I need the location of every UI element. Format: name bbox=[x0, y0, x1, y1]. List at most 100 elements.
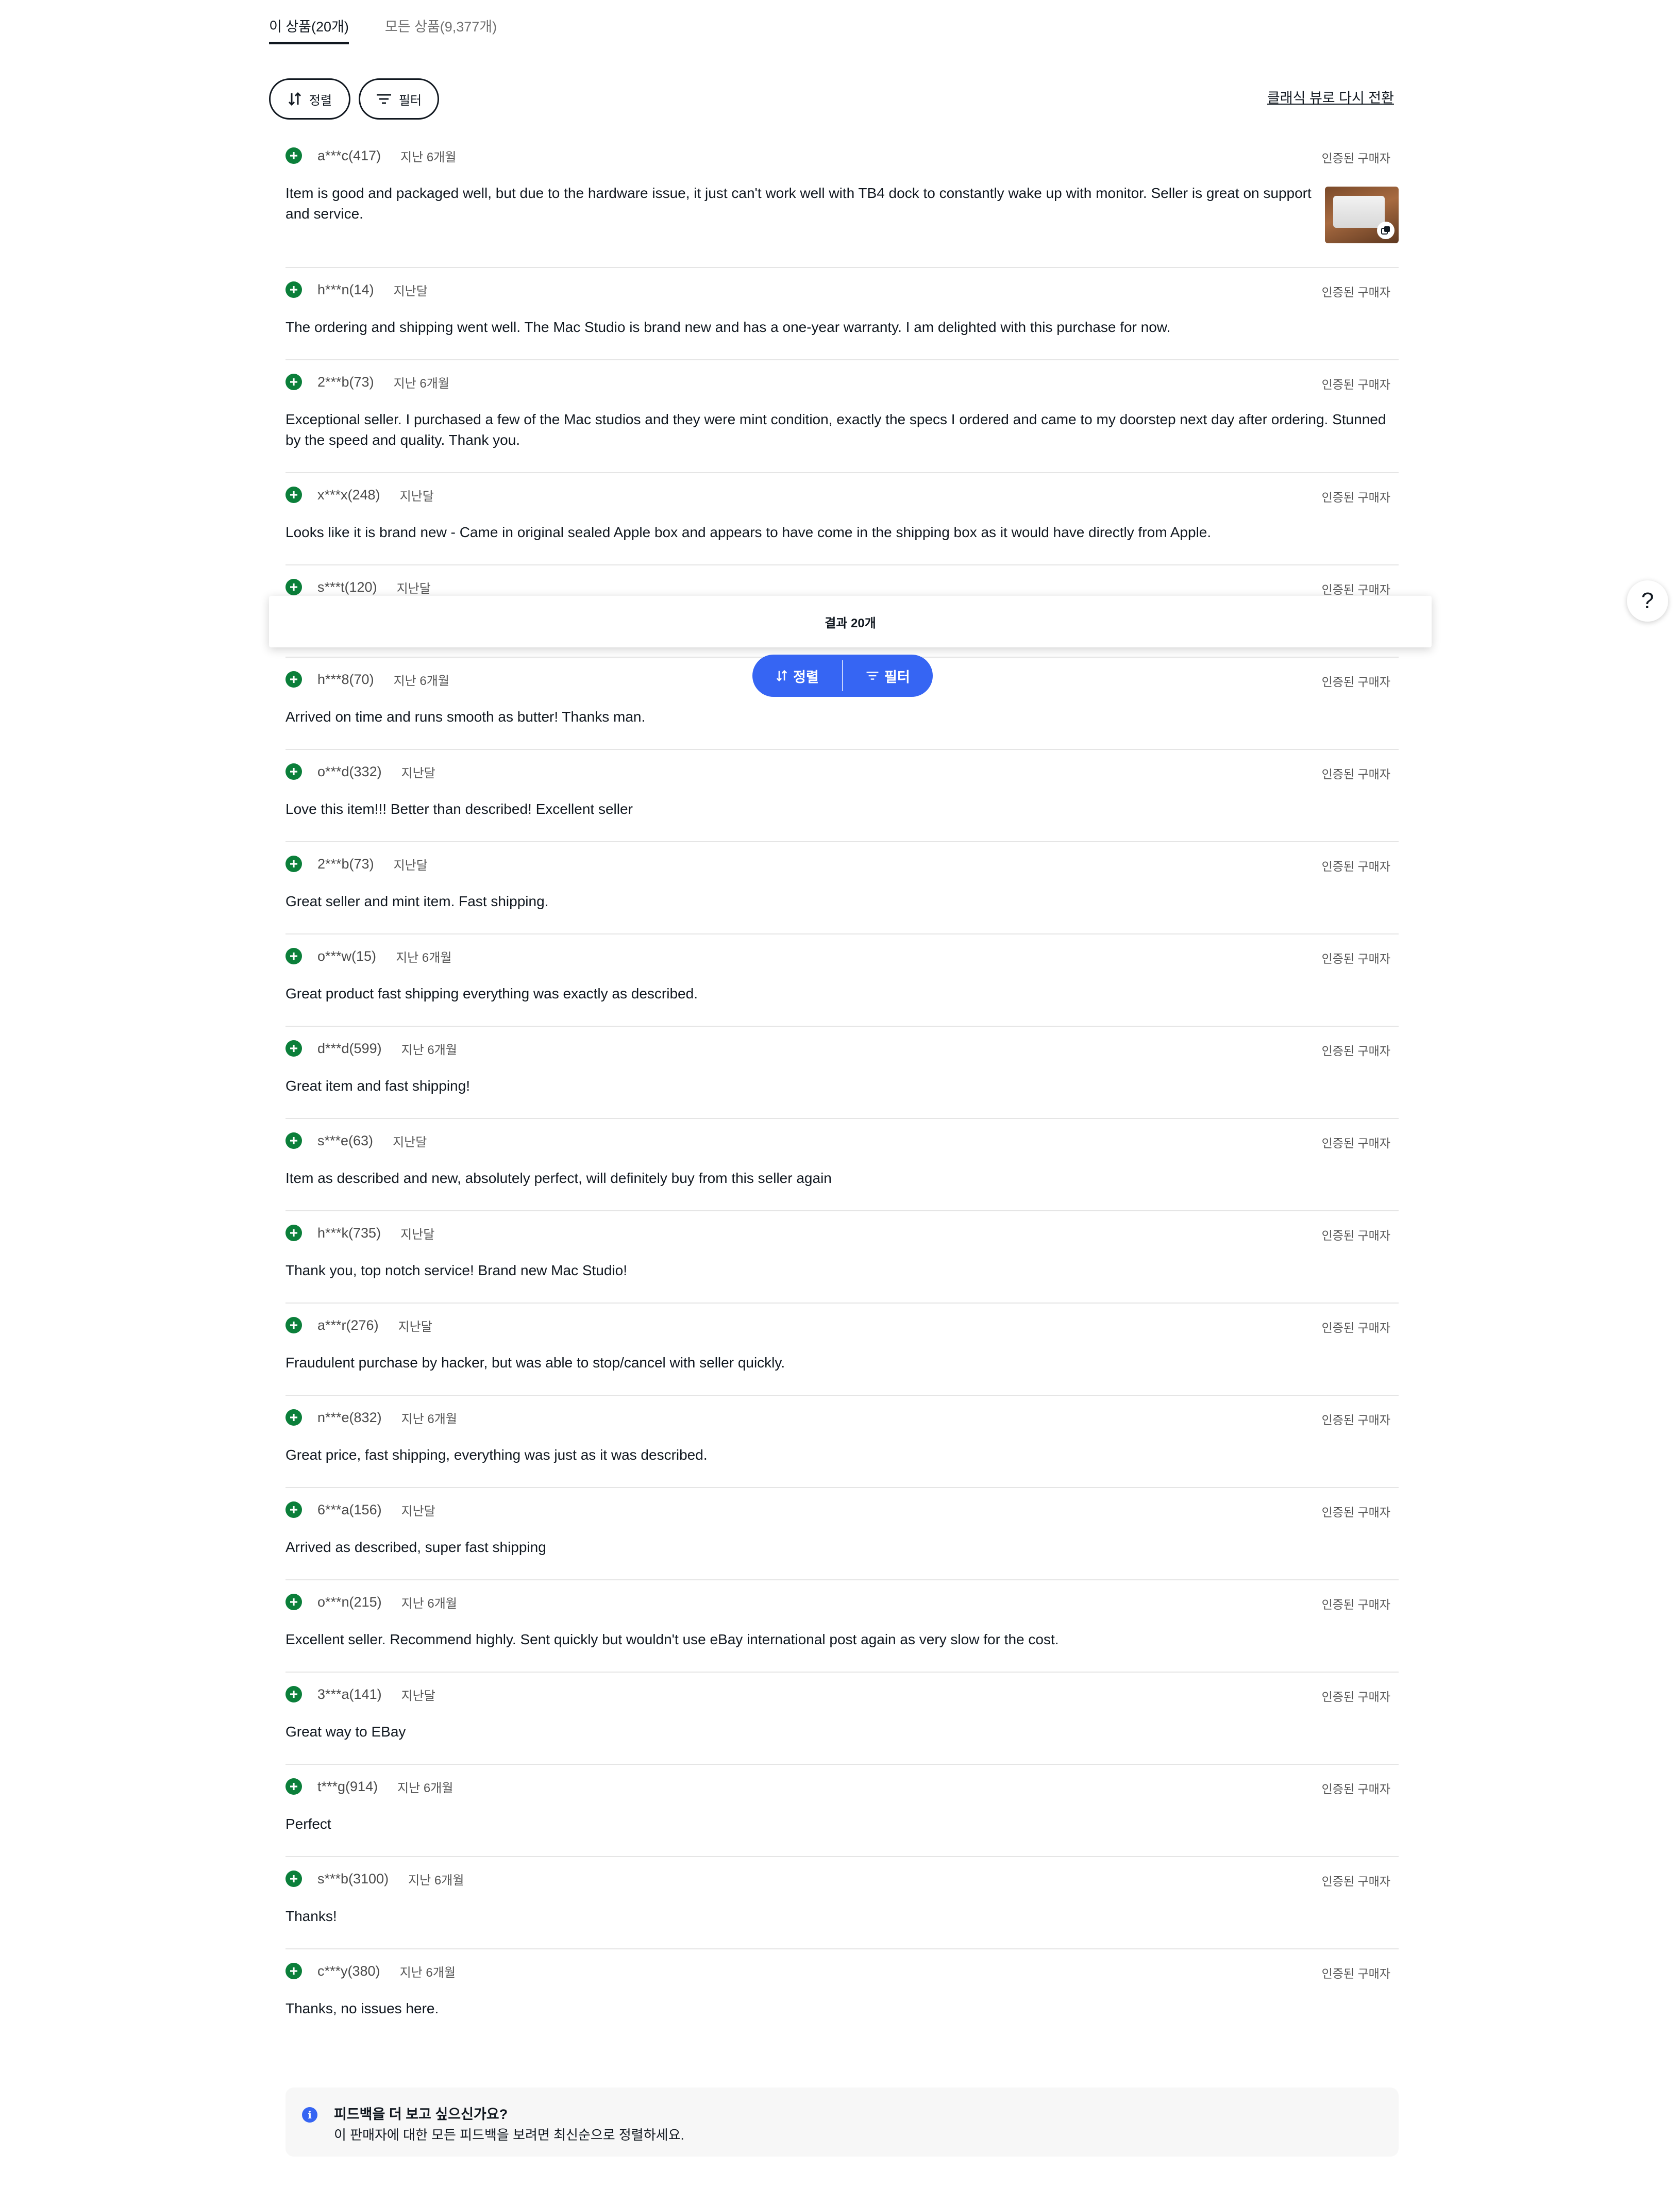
feedback-item: 2***b(73) 지난달 인증된 구매자 Great seller and mint… bbox=[285, 842, 1399, 934]
feedback-header: o***w(15) 지난 6개월 인증된 구매자 bbox=[285, 946, 1399, 966]
review-text: Exceptional seller. I purchased a few of… bbox=[285, 411, 1386, 448]
plus-circle-icon bbox=[285, 1409, 302, 1426]
feedback-item: c***y(380) 지난 6개월 인증된 구매자 Thanks, no issues… bbox=[285, 1949, 1399, 2042]
reviewer-name: h***8(70) bbox=[317, 671, 374, 687]
review-text: Great price, fast shipping, everything w… bbox=[285, 1447, 708, 1463]
feedback-header: o***n(215) 지난 6개월 인증된 구매자 bbox=[285, 1592, 1399, 1612]
filter-button[interactable]: 필터 bbox=[359, 78, 439, 120]
review-text: Arrived on time and runs smooth as butte… bbox=[285, 709, 646, 725]
reviewer-name: 2***b(73) bbox=[317, 856, 374, 872]
reviewer-name: h***n(14) bbox=[317, 281, 374, 297]
product-image bbox=[1333, 196, 1385, 228]
feedback-header: c***y(380) 지난 6개월 인증된 구매자 bbox=[285, 1961, 1399, 1981]
feedback-item: 3***a(141) 지난달 인증된 구매자 Great way to EBay bbox=[285, 1673, 1399, 1765]
verified-buyer-badge: 인증된 구매자 bbox=[1321, 767, 1390, 781]
feedback-header: h***k(735) 지난달 인증된 구매자 bbox=[285, 1223, 1399, 1243]
reviewer-name: o***n(215) bbox=[317, 1594, 382, 1610]
review-text: Great product fast shipping everything w… bbox=[285, 986, 698, 1001]
feedback-header: 3***a(141) 지난달 인증된 구매자 bbox=[285, 1684, 1399, 1705]
reviewer-name: d***d(599) bbox=[317, 1040, 382, 1056]
feedback-tabs: 이 상품(20개) 모든 상품(9,377개) bbox=[269, 15, 533, 44]
filter-lines-icon bbox=[866, 672, 879, 680]
results-count-bar: 결과 20개 bbox=[269, 596, 1432, 647]
reviewer-name: x***x(248) bbox=[317, 487, 380, 503]
feedback-header: t***g(914) 지난 6개월 인증된 구매자 bbox=[285, 1776, 1399, 1797]
feedback-item: 6***a(156) 지난달 인증된 구매자 Arrived as described… bbox=[285, 1488, 1399, 1580]
feedback-header: a***c(417) 지난 6개월 인증된 구매자 bbox=[285, 145, 1399, 166]
review-time: 지난달 bbox=[398, 1320, 432, 1334]
verified-buyer-badge: 인증된 구매자 bbox=[1321, 1875, 1390, 1888]
more-feedback-info: i 피드백을 더 보고 싶으신가요? 이 판매자에 대한 모든 피드백을 보려면… bbox=[285, 2088, 1399, 2157]
feedback-header: 2***b(73) 지난달 인증된 구매자 bbox=[285, 854, 1399, 874]
review-time: 지난달 bbox=[401, 1504, 435, 1518]
feedback-item: n***e(832) 지난 6개월 인증된 구매자 Great price, fast… bbox=[285, 1396, 1399, 1488]
tab-all-items[interactable]: 모든 상품(9,377개) bbox=[385, 15, 497, 44]
feedback-item: o***n(215) 지난 6개월 인증된 구매자 Excellent seller.… bbox=[285, 1580, 1399, 1673]
review-text: Item is good and packaged well, but due … bbox=[285, 185, 1312, 222]
review-text: Great item and fast shipping! bbox=[285, 1078, 470, 1094]
review-text: Thank you, top notch service! Brand new … bbox=[285, 1262, 628, 1278]
review-time: 지난달 bbox=[399, 489, 434, 504]
verified-buyer-badge: 인증된 구매자 bbox=[1321, 952, 1390, 965]
plus-circle-icon bbox=[285, 948, 302, 964]
review-time: 지난 6개월 bbox=[401, 1412, 457, 1426]
review-time: 지난 6개월 bbox=[393, 376, 449, 391]
tab-this-item[interactable]: 이 상품(20개) bbox=[269, 15, 349, 44]
plus-circle-icon bbox=[285, 1594, 302, 1610]
verified-buyer-badge: 인증된 구매자 bbox=[1321, 1598, 1390, 1611]
feedback-item: s***b(3100) 지난 6개월 인증된 구매자 Thanks! bbox=[285, 1857, 1399, 1949]
floating-sort-filter: 정렬 필터 bbox=[752, 655, 933, 697]
plus-circle-icon bbox=[285, 671, 302, 688]
review-photo[interactable] bbox=[1325, 187, 1399, 243]
reviewer-name: 6***a(156) bbox=[317, 1501, 382, 1517]
review-text: Love this item!!! Better than described!… bbox=[285, 801, 633, 817]
feedback-list: a***c(417) 지난 6개월 인증된 구매자 Item is good and … bbox=[285, 134, 1399, 2042]
feedback-item: d***d(599) 지난 6개월 인증된 구매자 Great item and fa… bbox=[285, 1027, 1399, 1119]
review-time: 지난 6개월 bbox=[401, 1596, 457, 1611]
feedback-header: n***e(832) 지난 6개월 인증된 구매자 bbox=[285, 1407, 1399, 1428]
feedback-item: a***c(417) 지난 6개월 인증된 구매자 Item is good and … bbox=[285, 134, 1399, 268]
feedback-item: h***n(14) 지난달 인증된 구매자 The ordering and ship… bbox=[285, 268, 1399, 360]
review-time: 지난달 bbox=[393, 858, 428, 873]
verified-buyer-badge: 인증된 구매자 bbox=[1321, 583, 1390, 596]
reviewer-name: h***k(735) bbox=[317, 1225, 381, 1241]
feedback-item: h***k(735) 지난달 인증된 구매자 Thank you, top notch… bbox=[285, 1211, 1399, 1304]
feedback-header: h***n(14) 지난달 인증된 구매자 bbox=[285, 279, 1399, 300]
help-button[interactable]: ? bbox=[1627, 580, 1668, 622]
review-time: 지난 6개월 bbox=[400, 150, 457, 164]
feedback-header: s***b(3100) 지난 6개월 인증된 구매자 bbox=[285, 1868, 1399, 1889]
plus-circle-icon bbox=[285, 147, 302, 164]
review-time: 지난 6개월 bbox=[396, 950, 452, 965]
plus-circle-icon bbox=[285, 1778, 302, 1795]
feedback-item: 2***b(73) 지난 6개월 인증된 구매자 Exceptional seller… bbox=[285, 360, 1399, 473]
reviewer-name: s***t(120) bbox=[317, 579, 377, 595]
floating-filter-button[interactable]: 필터 bbox=[843, 655, 933, 697]
reviewer-name: 3***a(141) bbox=[317, 1686, 382, 1702]
filter-lines-icon bbox=[376, 94, 391, 104]
info-title: 피드백을 더 보고 싶으신가요? bbox=[334, 2107, 508, 2122]
feedback-header: 6***a(156) 지난달 인증된 구매자 bbox=[285, 1499, 1399, 1520]
review-time: 지난 6개월 bbox=[401, 1043, 457, 1057]
plus-circle-icon bbox=[285, 763, 302, 780]
sort-button[interactable]: 정렬 bbox=[269, 78, 350, 120]
review-text: Excellent seller. Recommend highly. Sent… bbox=[285, 1631, 1059, 1647]
verified-buyer-badge: 인증된 구매자 bbox=[1321, 1321, 1390, 1334]
classic-view-link[interactable]: 클래식 뷰로 다시 전환 bbox=[1267, 87, 1394, 107]
review-text: Thanks, no issues here. bbox=[285, 2000, 439, 2016]
reviewer-name: 2***b(73) bbox=[317, 374, 374, 390]
review-time: 지난달 bbox=[401, 1689, 435, 1703]
verified-buyer-badge: 인증된 구매자 bbox=[1321, 1690, 1390, 1704]
floating-sort-label: 정렬 bbox=[793, 669, 819, 685]
filter-button-label: 필터 bbox=[398, 93, 422, 108]
floating-sort-button[interactable]: 정렬 bbox=[752, 655, 842, 697]
reviewer-name: a***c(417) bbox=[317, 147, 381, 163]
plus-circle-icon bbox=[285, 1225, 302, 1241]
feedback-item: s***e(63) 지난달 인증된 구매자 Item as described and… bbox=[285, 1119, 1399, 1211]
info-icon: i bbox=[302, 2107, 317, 2123]
plus-circle-icon bbox=[285, 856, 302, 872]
verified-buyer-badge: 인증된 구매자 bbox=[1321, 1413, 1390, 1427]
verified-buyer-badge: 인증된 구매자 bbox=[1321, 1967, 1390, 1980]
plus-circle-icon bbox=[285, 487, 302, 503]
reviewer-name: a***r(276) bbox=[317, 1317, 379, 1333]
review-time: 지난 6개월 bbox=[399, 1965, 456, 1980]
